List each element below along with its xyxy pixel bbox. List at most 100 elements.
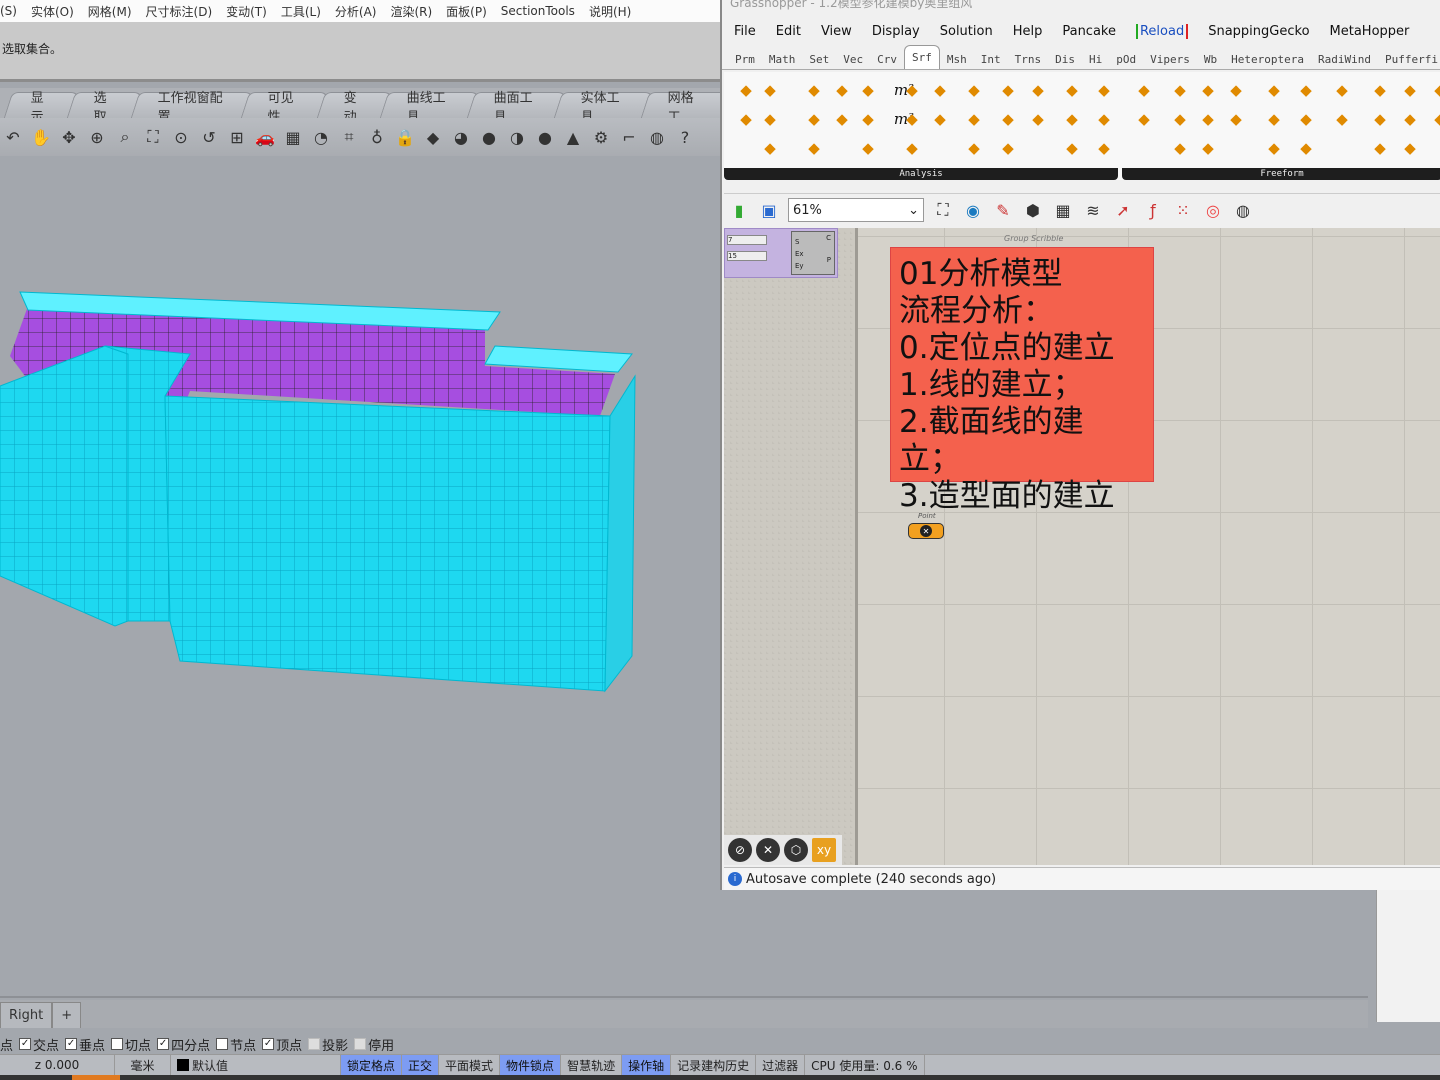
- component-icon[interactable]: ◆: [1296, 80, 1316, 100]
- checkbox[interactable]: ✓: [65, 1038, 78, 1050]
- gh-menu-item[interactable]: Help: [1013, 24, 1043, 39]
- menu-item[interactable]: 网格(M): [88, 3, 132, 20]
- light-bulb-icon[interactable]: ♁: [366, 126, 388, 148]
- checkbox[interactable]: [308, 1038, 321, 1050]
- gh-tab[interactable]: Pufferfi: [1378, 49, 1440, 69]
- gh-tab[interactable]: Dis: [1048, 49, 1082, 69]
- undo-view-icon[interactable]: ↺: [198, 126, 220, 148]
- component-icon[interactable]: ◆: [832, 80, 852, 100]
- toolbar-tab[interactable]: 网格工: [640, 91, 731, 125]
- pan-hand-icon[interactable]: ✋: [30, 126, 52, 148]
- component-icon[interactable]: ◆: [858, 80, 878, 100]
- component-icon[interactable]: ◆: [804, 80, 824, 100]
- slider[interactable]: 15: [727, 251, 767, 261]
- gh-tab[interactable]: Vec: [836, 49, 870, 69]
- menu-item[interactable]: 尺寸标注(D): [146, 3, 213, 20]
- gh-tab[interactable]: Srf: [904, 45, 940, 69]
- component-icon[interactable]: ◆: [1134, 109, 1154, 129]
- component-icon[interactable]: ◆: [760, 138, 780, 158]
- mouse-icon[interactable]: ƒ: [1142, 199, 1164, 221]
- scatter-icon[interactable]: ⁙: [1172, 199, 1194, 221]
- note-panel[interactable]: 01分析模型 流程分析： 0.定位点的建立 1.线的建立； 2.截面线的建立； 3.造型面…: [890, 247, 1154, 514]
- component-icon[interactable]: ◆: [902, 109, 922, 129]
- layer-icon[interactable]: ◆: [422, 126, 444, 148]
- gh-tab[interactable]: Heteroptera: [1224, 49, 1311, 69]
- gh-menu-item[interactable]: Reload: [1135, 23, 1189, 39]
- record-icon[interactable]: ◎: [1202, 199, 1224, 221]
- gh-tab[interactable]: Trns: [1008, 49, 1049, 69]
- palette-icon[interactable]: ◍: [1232, 199, 1254, 221]
- gh-menu-item[interactable]: View: [821, 24, 852, 39]
- component-icon[interactable]: ◆: [1028, 80, 1048, 100]
- zoom-dropdown[interactable]: 61% ⌄: [788, 198, 924, 222]
- component-icon[interactable]: ◆: [1296, 109, 1316, 129]
- component-icon[interactable]: ◆: [998, 80, 1018, 100]
- menu-item[interactable]: 说明(H): [589, 3, 631, 20]
- shaded-sphere-icon[interactable]: ●: [478, 126, 500, 148]
- component-icon[interactable]: ◆: [1430, 80, 1440, 100]
- circle-icon[interactable]: ◔: [310, 126, 332, 148]
- gh-tab[interactable]: pOd: [1109, 49, 1143, 69]
- checkbox[interactable]: ✓: [19, 1038, 32, 1050]
- menu-item[interactable]: 渲染(R): [390, 3, 432, 20]
- component-icon[interactable]: ◆: [1400, 109, 1420, 129]
- orbit-icon[interactable]: ✥: [58, 126, 80, 148]
- menu-item[interactable]: 实体(O): [31, 3, 74, 20]
- component-icon[interactable]: ◆: [1296, 138, 1316, 158]
- component-icon[interactable]: ◆: [1400, 80, 1420, 100]
- status-toggle[interactable]: 智慧轨迹: [561, 1054, 623, 1076]
- component-icon[interactable]: ◆: [1264, 80, 1284, 100]
- gh-tab[interactable]: Math: [762, 49, 803, 69]
- component-icon[interactable]: ◆: [964, 109, 984, 129]
- component-icon[interactable]: ◆: [858, 109, 878, 129]
- component-icon[interactable]: ◆: [1370, 80, 1390, 100]
- component-icon[interactable]: ◆: [804, 109, 824, 129]
- help-icon[interactable]: ?: [674, 126, 696, 148]
- component-icon[interactable]: ◆: [736, 109, 756, 129]
- component-icon[interactable]: ◆: [858, 138, 878, 158]
- component-icon[interactable]: ◆: [1134, 80, 1154, 100]
- menu-item[interactable]: 面板(P): [446, 3, 487, 20]
- osnap-8[interactable]: 停用: [354, 1035, 394, 1054]
- checkbox[interactable]: [354, 1038, 367, 1050]
- bake-icon[interactable]: ▦: [1052, 199, 1074, 221]
- rectangle-component[interactable]: S Ex Ey C P: [791, 231, 835, 275]
- cone-icon[interactable]: ▲: [562, 126, 584, 148]
- status-toggle[interactable]: 记录建构历史: [671, 1054, 757, 1076]
- zoom-selected-icon[interactable]: ⊙: [170, 126, 192, 148]
- component-icon[interactable]: ◆: [930, 80, 950, 100]
- component-icon[interactable]: ◆: [1094, 80, 1114, 100]
- component-icon[interactable]: ◆: [1062, 138, 1082, 158]
- toolbar-tab[interactable]: 曲面工具: [466, 91, 569, 125]
- component-icon[interactable]: ◆: [1264, 138, 1284, 158]
- zoom-window-icon[interactable]: ⌕: [114, 126, 136, 148]
- car-icon[interactable]: 🚗: [254, 126, 276, 148]
- component-icon[interactable]: ◆: [930, 109, 950, 129]
- slider[interactable]: 7: [727, 235, 767, 245]
- component-icon[interactable]: ◆: [1198, 80, 1218, 100]
- component-icon[interactable]: ◆: [1370, 138, 1390, 158]
- close-icon[interactable]: ✕: [756, 838, 780, 862]
- zoom-extents-icon[interactable]: ⛶: [142, 126, 164, 148]
- component-icon[interactable]: ◆: [1170, 109, 1190, 129]
- component-icon[interactable]: ◆: [1094, 138, 1114, 158]
- point-component[interactable]: ✕: [908, 523, 944, 539]
- menu-item[interactable]: 分析(A): [335, 3, 377, 20]
- zoom-extents-icon[interactable]: ⛶: [932, 199, 954, 221]
- open-file-icon[interactable]: ▮: [728, 199, 750, 221]
- component-icon[interactable]: ◆: [902, 80, 922, 100]
- menu-item[interactable]: SectionTools: [501, 4, 575, 18]
- component-icon[interactable]: ◆: [998, 109, 1018, 129]
- layer-indicator[interactable]: 默认值: [171, 1054, 341, 1076]
- component-icon[interactable]: ◆: [1170, 138, 1190, 158]
- blue-sphere-icon[interactable]: ●: [534, 126, 556, 148]
- gh-tab[interactable]: Msh: [940, 49, 974, 69]
- gh-tab[interactable]: Vipers: [1143, 49, 1197, 69]
- gh-tab[interactable]: RadiWind: [1311, 49, 1378, 69]
- component-icon[interactable]: ◆: [1226, 109, 1246, 129]
- gh-canvas[interactable]: 7 15 S Ex Ey C P ⊘ ✕ ⬡ xy Group Scribble…: [724, 228, 1440, 865]
- checkbox[interactable]: ✓: [262, 1038, 275, 1050]
- osnap-0[interactable]: 点: [0, 1035, 13, 1054]
- gear-icon[interactable]: ⚙: [590, 126, 612, 148]
- osnap-3[interactable]: 切点: [111, 1035, 151, 1054]
